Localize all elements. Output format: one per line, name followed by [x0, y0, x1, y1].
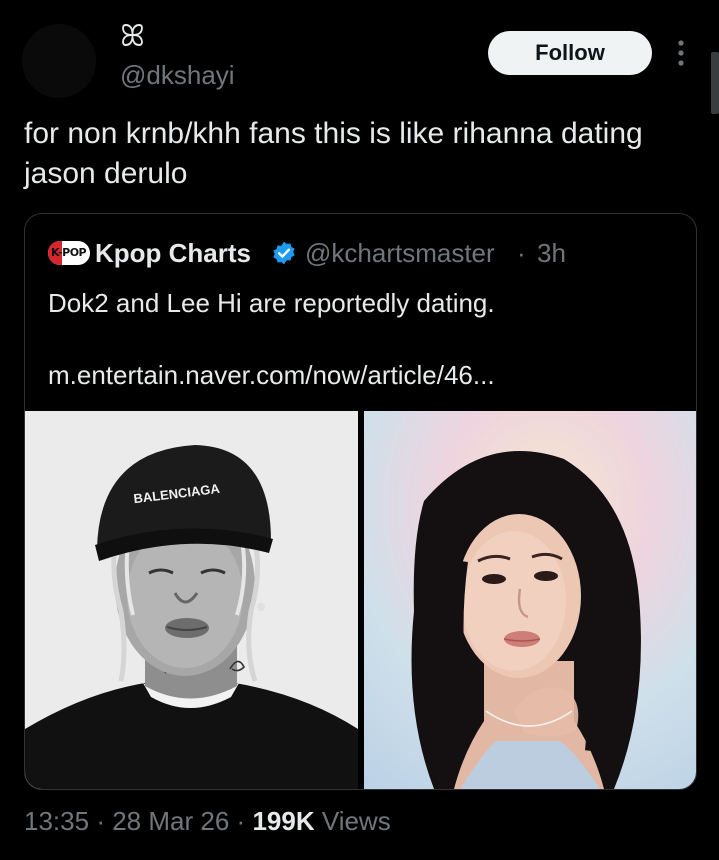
quote-author-name[interactable]: Kpop Charts [95, 238, 251, 269]
quote-author-handle[interactable]: @kchartsmaster [305, 238, 495, 269]
logo-text: K-POP [51, 246, 87, 259]
more-icon[interactable] [674, 38, 688, 68]
tweet-meta: 13:35 · 28 Mar 26 · 199K Views [24, 806, 391, 837]
views-count[interactable]: 199K [252, 806, 314, 836]
verified-icon [271, 240, 297, 266]
photo-lee-hi[interactable] [364, 411, 696, 789]
tweet-text: for non krnb/khh fans this is like rihan… [24, 117, 643, 190]
meta-dot: · [236, 806, 246, 836]
separator-dot: · [517, 238, 526, 268]
avatar[interactable] [22, 24, 96, 98]
post-date[interactable]: 28 Mar 26 [112, 806, 229, 836]
follow-button[interactable]: Follow [488, 31, 652, 75]
author-handle[interactable]: @dkshayi [120, 60, 235, 91]
views-label: Views [321, 806, 391, 836]
quote-text: Dok2 and Lee Hi are reportedly dating. [48, 288, 495, 318]
scrollbar[interactable] [711, 52, 719, 114]
display-name[interactable]: ꕤ [120, 22, 145, 52]
post-time[interactable]: 13:35 [24, 806, 89, 836]
quote-link[interactable]: m.entertain.naver.com/now/article/46... [48, 358, 495, 392]
quoted-tweet[interactable]: K-POP Kpop Charts @kchartsmaster · 3h Do… [24, 213, 697, 790]
tweet-page: ꕤ @dkshayi Follow for non krnb/khh fans … [0, 0, 719, 860]
kpop-logo-avatar[interactable]: K-POP [48, 241, 90, 265]
meta-dot: · [96, 806, 105, 836]
photo-dok2[interactable]: BALENCIAGA [25, 411, 358, 789]
quote-timestamp[interactable]: 3h [537, 238, 566, 269]
